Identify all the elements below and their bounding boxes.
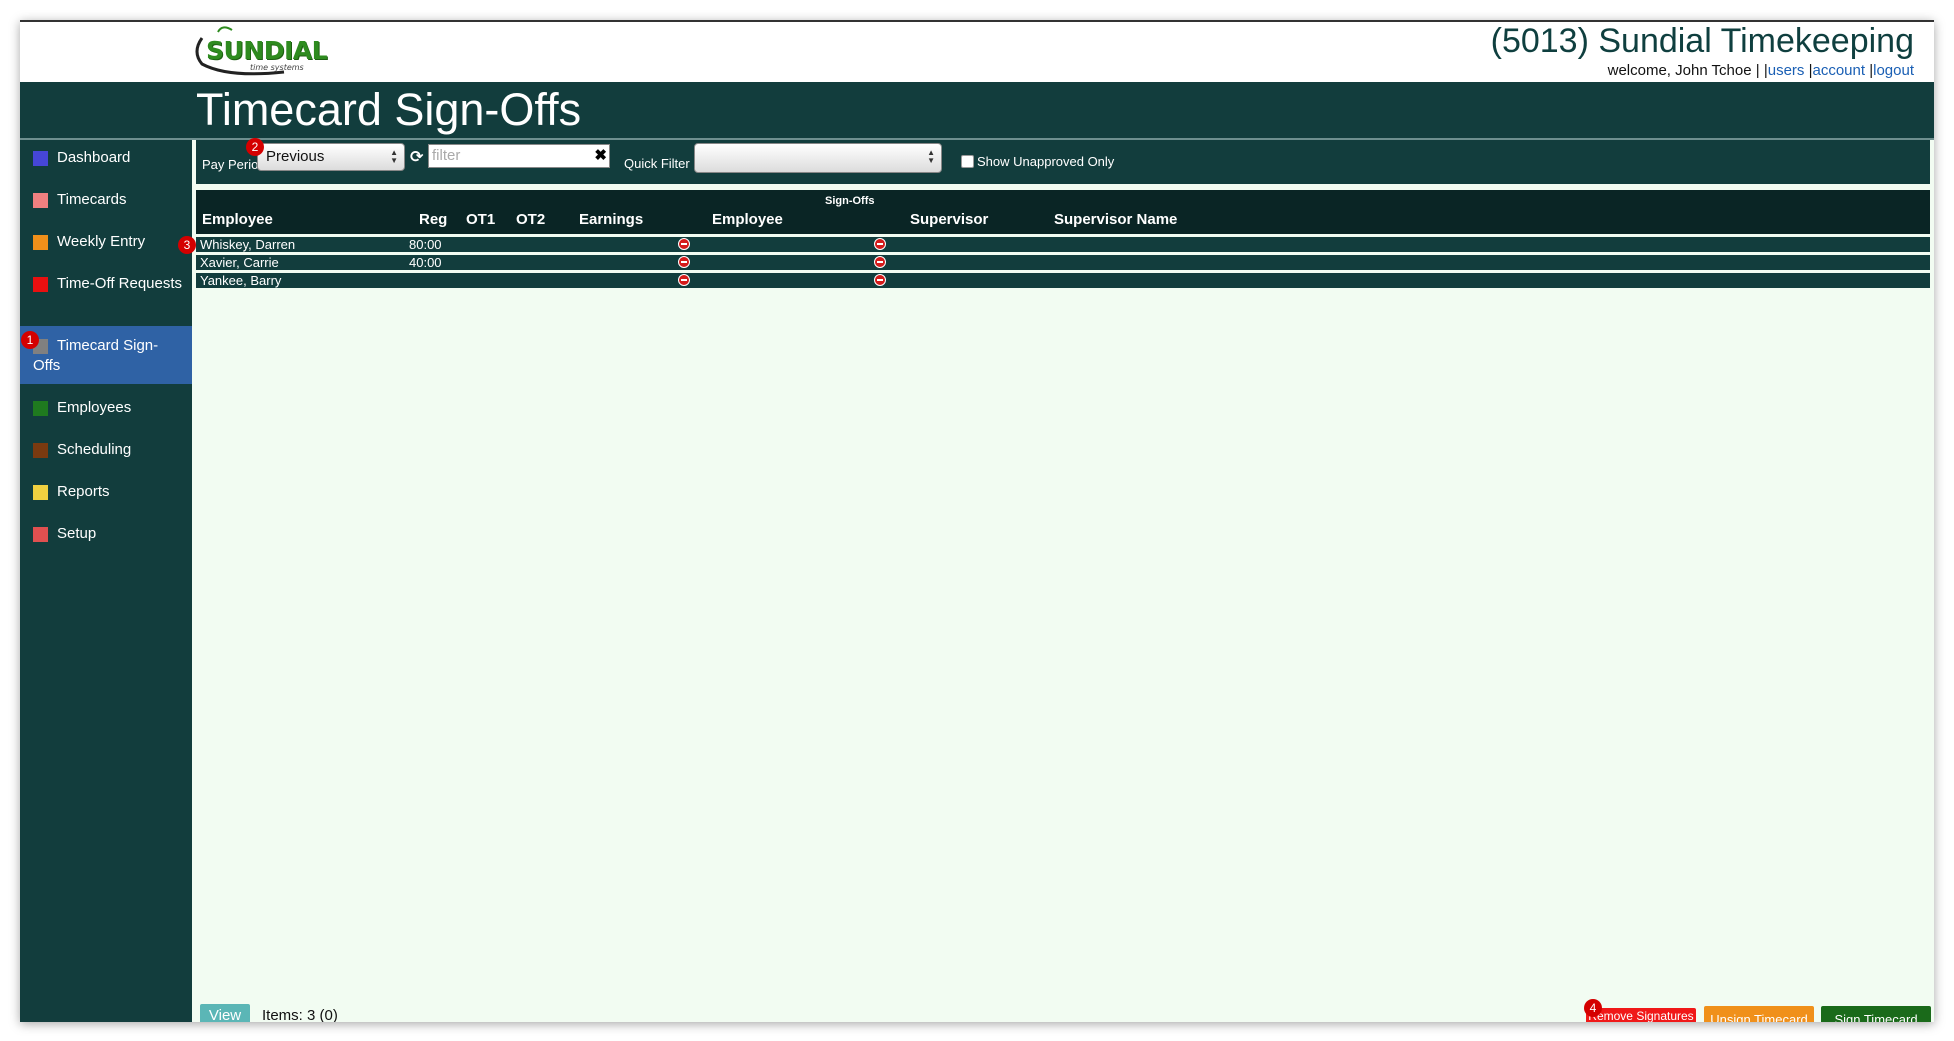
row-reg-hours: 40:00 [409, 255, 442, 270]
app-window: SUNDIAL time systems (5013) Sundial Time… [20, 20, 1934, 1022]
items-count: Items: 3 (0) [262, 1007, 338, 1022]
show-unapproved-label: Show Unapproved Only [977, 154, 1115, 169]
sidebar-item-label: Timecard Sign-Offs [33, 337, 159, 374]
row-reg-hours: 80:00 [409, 237, 442, 252]
users-link[interactable]: users [1768, 62, 1805, 79]
sidebar-item-employees[interactable]: Employees [20, 388, 192, 426]
sidebar-item-label: Scheduling [57, 441, 132, 458]
quick-filter-select[interactable]: ▲ ▼ [694, 143, 942, 173]
view-button[interactable]: View [200, 1004, 250, 1022]
badge-2: 2 [246, 138, 264, 156]
filter-placeholder: filter [432, 147, 461, 164]
sign-timecard-button[interactable]: Sign Timecard [1821, 1006, 1931, 1022]
show-unapproved-checkbox[interactable] [961, 155, 974, 168]
sidebar-item-reports[interactable]: Reports [20, 472, 192, 510]
sidebar-item-label: Employees [57, 399, 132, 416]
sundial-logo[interactable]: SUNDIAL time systems [188, 26, 348, 78]
header: SUNDIAL time systems (5013) Sundial Time… [20, 22, 1934, 82]
employee-unsigned-icon [678, 256, 690, 268]
col-supervisor[interactable]: Supervisor [910, 211, 988, 228]
clear-filter-icon[interactable]: ✖ [594, 145, 607, 167]
toolbar: Pay Period 2 Previous ▲ ▼ ⟳ filter ✖ Quic… [196, 138, 1930, 184]
supervisor-unsigned-icon [874, 256, 886, 268]
filter-input[interactable]: filter ✖ [428, 144, 610, 168]
logo-subtext: time systems [250, 63, 304, 72]
page-title: Timecard Sign-Offs [196, 84, 582, 135]
col-reg[interactable]: Reg [419, 211, 447, 228]
welcome-text: welcome, John Tchoe | [1607, 62, 1760, 79]
select-arrows-icon: ▲ ▼ [927, 148, 935, 165]
col-employee[interactable]: Employee [202, 211, 273, 228]
table-row[interactable]: Yankee, Barry [196, 273, 1930, 288]
quick-filter-label: Quick Filter [624, 156, 690, 171]
refresh-icon[interactable]: ⟳ [410, 147, 423, 166]
table-row[interactable]: Whiskey, Darren 80:00 [196, 237, 1930, 252]
sidebar-item-weekly-entry[interactable]: Weekly Entry [20, 222, 192, 260]
sidebar-item-label: Weekly Entry [57, 233, 146, 250]
col-ot2[interactable]: OT2 [516, 211, 545, 228]
select-arrows-icon: ▲ ▼ [390, 148, 398, 165]
sidebar-item-label: Time-Off Requests [57, 275, 183, 292]
col-earnings[interactable]: Earnings [579, 211, 643, 228]
unsign-timecard-button[interactable]: Unsign Timecard [1704, 1006, 1814, 1022]
col-supervisor-name[interactable]: Supervisor Name [1054, 211, 1177, 228]
sidebar-item-dashboard[interactable]: Dashboard [20, 140, 192, 178]
sidebar-item-timecard-sign-offs[interactable]: Timecard Sign-Offs [20, 326, 192, 384]
sidebar-item-label: Dashboard [57, 149, 131, 166]
sidebar-item-label: Reports [57, 483, 110, 500]
remove-signatures-button[interactable]: Remove Signatures [1586, 1008, 1696, 1022]
col-ot1[interactable]: OT1 [466, 211, 495, 228]
row-employee-name: Whiskey, Darren [200, 237, 296, 252]
sidebar: Dashboard Timecards Weekly Entry Time-Of… [20, 140, 192, 1022]
sidebar-item-scheduling[interactable]: Scheduling [20, 430, 192, 468]
employee-unsigned-icon [678, 274, 690, 286]
sidebar-item-label: Setup [57, 525, 97, 542]
sidebar-item-setup[interactable]: Setup [20, 514, 192, 552]
app-title: (5013) Sundial Timekeeping [1490, 22, 1914, 60]
badge-1: 1 [21, 331, 39, 349]
logout-link[interactable]: logout [1873, 62, 1914, 79]
badge-3: 3 [178, 236, 196, 254]
supervisor-unsigned-icon [874, 274, 886, 286]
table-row[interactable]: Xavier, Carrie 40:00 [196, 255, 1930, 270]
account-link[interactable]: account [1813, 62, 1866, 79]
welcome-bar: welcome, John Tchoe | |users |account |l… [1607, 62, 1914, 79]
sidebar-item-label: Timecards [57, 191, 127, 208]
row-employee-name: Yankee, Barry [200, 273, 282, 288]
badge-4: 4 [1584, 999, 1602, 1017]
row-employee-name: Xavier, Carrie [200, 255, 279, 270]
pay-period-select[interactable]: Previous ▲ ▼ [257, 143, 405, 171]
title-bar: Timecard Sign-Offs [20, 82, 1934, 140]
logo-text: SUNDIAL [206, 36, 328, 65]
main-content: Pay Period 2 Previous ▲ ▼ ⟳ filter ✖ Quic… [178, 138, 1934, 1022]
pay-period-value: Previous [266, 148, 325, 165]
sidebar-item-timecards[interactable]: Timecards [20, 180, 192, 218]
col-employee-signoff[interactable]: Employee [712, 211, 783, 228]
supervisor-unsigned-icon [874, 238, 886, 250]
sidebar-item-time-off-requests[interactable]: Time-Off Requests [20, 264, 192, 320]
sign-offs-group-header: Sign-Offs [825, 195, 875, 207]
table-header: Sign-Offs Employee Reg OT1 OT2 Earnings … [196, 190, 1930, 234]
employee-unsigned-icon [678, 238, 690, 250]
